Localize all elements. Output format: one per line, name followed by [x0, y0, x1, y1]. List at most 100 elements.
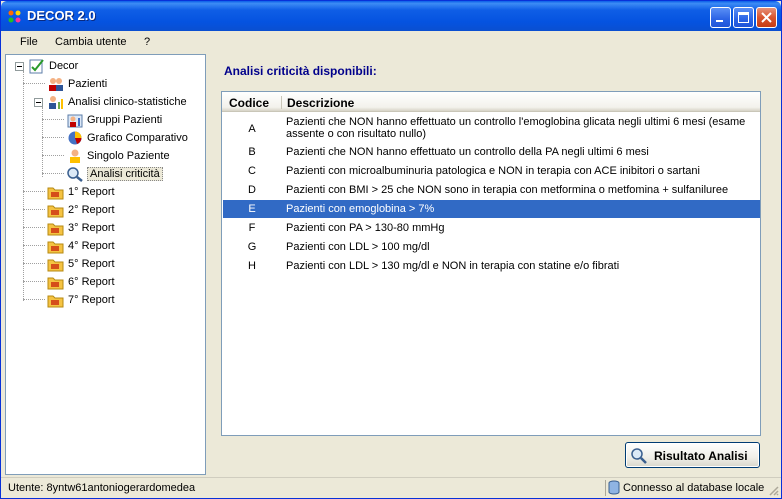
group-chart-icon [67, 114, 83, 128]
row-code: A [248, 123, 256, 135]
tree-label: Gruppi Pazienti [87, 114, 163, 126]
menu-help[interactable]: ? [144, 36, 150, 48]
folder-report-icon [47, 295, 64, 308]
status-bar: Utente: 8yntw61antoniogerardomedea Conne… [1, 477, 781, 498]
row-code: G [247, 241, 257, 253]
database-icon [607, 480, 621, 499]
title-bar[interactable]: DECOR 2.0 [1, 1, 781, 31]
button-label: Risultato Analisi [654, 449, 748, 463]
column-divider[interactable] [281, 96, 282, 109]
tree-line [23, 245, 45, 246]
criticality-list[interactable]: Codice Descrizione A Pazienti che NON ha… [221, 91, 761, 436]
tree-label: Singolo Paziente [87, 150, 170, 162]
menu-file[interactable]: File [20, 36, 38, 48]
connection-status: Connesso al database locale [623, 482, 765, 494]
tree-line [23, 281, 45, 282]
pie-chart-icon [68, 131, 82, 145]
risultato-analisi-button[interactable]: Risultato Analisi [625, 442, 760, 468]
folder-report-icon [47, 187, 64, 200]
folder-report-icon [47, 223, 64, 236]
tree-line [23, 263, 45, 264]
minimize-button[interactable] [710, 7, 731, 28]
table-row-selected[interactable]: E Pazienti con emoglobina > 7% [223, 200, 760, 218]
tree-line [42, 107, 43, 177]
folder-report-icon [47, 259, 64, 272]
row-code: B [248, 146, 256, 158]
row-code: F [248, 222, 256, 234]
tree-item-pazienti[interactable]: Pazienti [47, 75, 107, 93]
menu-bar: File Cambia utente ? [1, 31, 781, 53]
table-row[interactable]: B Pazienti che NON hanno effettuato un c… [223, 143, 760, 161]
tree-line [42, 137, 64, 138]
tree-item-gruppi-pazienti[interactable]: Gruppi Pazienti [66, 111, 162, 129]
tree-item-report-2[interactable]: 2° Report [47, 201, 115, 219]
tree-label: 3° Report [68, 222, 115, 234]
row-description: Pazienti che NON hanno effettuato un con… [286, 146, 649, 158]
row-code: D [248, 184, 256, 196]
tree-item-analisi-clinico-statistiche[interactable]: Analisi clinico-statistiche [47, 93, 187, 111]
tree-label: 5° Report [68, 258, 115, 270]
single-patient-icon [70, 149, 80, 163]
table-row[interactable]: H Pazienti con LDL > 130 mg/dl e NON in … [223, 257, 760, 275]
folder-report-icon [47, 277, 64, 290]
tree-line [42, 173, 64, 174]
maximize-button[interactable] [733, 7, 754, 28]
row-code: C [248, 165, 256, 177]
tree-label: 4° Report [68, 240, 115, 252]
tree-item-grafico-comparativo[interactable]: Grafico Comparativo [66, 129, 188, 147]
window-title: DECOR 2.0 [27, 8, 96, 23]
table-row[interactable]: D Pazienti con BMI > 25 che NON sono in … [223, 181, 760, 199]
row-description: Pazienti con BMI > 25 che NON sono in te… [286, 184, 729, 196]
magnifier-icon [67, 167, 83, 182]
tree-line [23, 209, 45, 210]
menu-cambia-utente[interactable]: Cambia utente [55, 36, 127, 48]
tree-label: 1° Report [68, 186, 115, 198]
tree-item-report-4[interactable]: 4° Report [47, 237, 115, 255]
tree-line [42, 155, 64, 156]
tree-label: 6° Report [68, 276, 115, 288]
minimize-icon [716, 20, 723, 22]
row-description: Pazienti con LDL > 100 mg/dl [286, 241, 430, 253]
row-description: Pazienti con emoglobina > 7% [286, 203, 435, 215]
resize-grip-icon[interactable] [767, 484, 779, 499]
tree-label-selected: Analisi criticità [87, 167, 163, 181]
tree-label: Pazienti [68, 78, 108, 90]
tree-label: 2° Report [68, 204, 115, 216]
tree-label: Analisi clinico-statistiche [68, 96, 187, 108]
patients-icon [49, 78, 63, 91]
tree-item-report-7[interactable]: 7° Report [47, 291, 115, 309]
table-row[interactable]: A Pazienti che NON hanno effettuato un c… [223, 115, 760, 141]
folder-report-icon [47, 241, 64, 254]
tree-item-singolo-paziente[interactable]: Singolo Paziente [66, 147, 170, 165]
table-row[interactable]: F Pazienti con PA > 130-80 mmHg [223, 219, 760, 237]
tree-item-report-6[interactable]: 6° Report [47, 273, 115, 291]
list-header: Codice Descrizione [222, 92, 760, 112]
column-header-codice[interactable]: Codice [229, 96, 269, 110]
tree-line [42, 119, 64, 120]
collapse-toggle-analisi[interactable] [34, 98, 43, 107]
tree-item-analisi-criticita[interactable]: Analisi criticità [66, 165, 163, 183]
tree-line [23, 299, 45, 300]
close-button[interactable] [756, 7, 777, 28]
row-description: Pazienti che NON hanno effettuato un con… [286, 116, 746, 140]
tree-item-report-1[interactable]: 1° Report [47, 183, 115, 201]
table-row[interactable]: C Pazienti con microalbuminuria patologi… [223, 162, 760, 180]
column-header-descrizione[interactable]: Descrizione [287, 96, 354, 110]
folder-report-icon [47, 205, 64, 218]
row-code: E [248, 203, 256, 215]
user-status: Utente: 8yntw61antoniogerardomedea [8, 482, 196, 494]
tree-label: Grafico Comparativo [87, 132, 188, 144]
tree-line [23, 227, 45, 228]
tree-item-report-3[interactable]: 3° Report [47, 219, 115, 237]
collapse-toggle-root[interactable] [15, 62, 24, 71]
status-divider [605, 480, 606, 496]
tree-item-report-5[interactable]: 5° Report [47, 255, 115, 273]
tree-line [23, 83, 45, 84]
table-row[interactable]: G Pazienti con LDL > 100 mg/dl [223, 238, 760, 256]
magnifier-icon [630, 447, 648, 468]
app-window: DECOR 2.0 File Cambia utente ? Decor Paz… [0, 0, 782, 499]
row-code: H [248, 260, 256, 272]
navigation-tree[interactable]: Decor Pazienti Analisi clinico-statistic… [5, 54, 206, 475]
tree-item-decor[interactable]: Decor [28, 57, 78, 75]
stats-icon [49, 96, 63, 109]
